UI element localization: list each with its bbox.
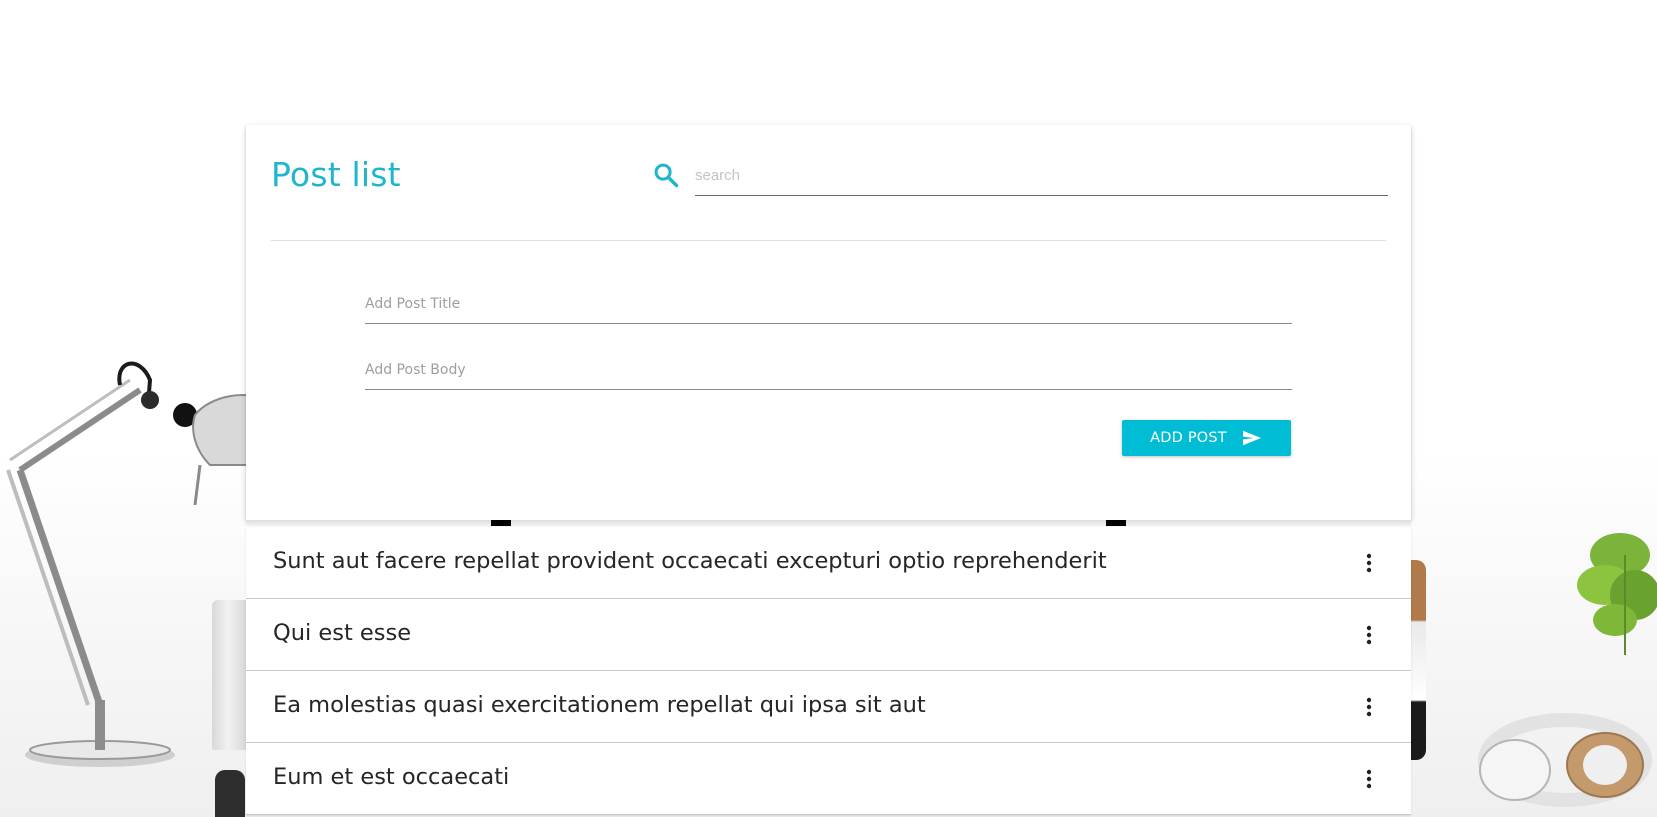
list-item[interactable]: Ea molestias quasi exercitationem repell… [246, 671, 1411, 743]
post-title: Qui est esse [273, 620, 412, 646]
app-root: Post list ADD POST [0, 0, 1657, 817]
search-input[interactable] [695, 155, 1388, 196]
add-post-button-label: ADD POST [1150, 430, 1227, 446]
more-vert-icon[interactable] [1365, 769, 1373, 789]
more-vert-icon[interactable] [1365, 553, 1373, 573]
strip-notch [491, 520, 511, 526]
post-body-input[interactable] [365, 351, 1292, 390]
list-item[interactable]: Sunt aut facere repellat provident occae… [246, 527, 1411, 599]
post-editor-card: Post list [246, 125, 1411, 520]
post-title: Eum et est occaecati [273, 764, 510, 790]
add-post-form [365, 285, 1292, 417]
strip-notch [1106, 520, 1126, 526]
headphones-image [1478, 713, 1652, 807]
send-icon [1242, 430, 1261, 446]
card-header: Post list [271, 125, 1388, 241]
post-title-field [365, 285, 1292, 325]
post-body-field [365, 351, 1292, 391]
add-post-button[interactable]: ADD POST [1122, 420, 1291, 456]
post-list: Sunt aut facere repellat provident occae… [246, 527, 1411, 815]
more-vert-icon[interactable] [1365, 697, 1373, 717]
list-item[interactable]: Qui est esse [246, 599, 1411, 671]
plant-image [1577, 533, 1657, 655]
list-item[interactable]: Eum et est occaecati [246, 743, 1411, 815]
more-vert-icon[interactable] [1365, 625, 1373, 645]
post-title: Sunt aut facere repellat provident occae… [273, 548, 1107, 574]
search-icon[interactable] [652, 161, 680, 189]
search-bar [652, 155, 1392, 197]
card-divider-strip [246, 520, 1411, 526]
decor-stone-image [215, 770, 245, 817]
page-title: Post list [271, 155, 401, 194]
post-title-input[interactable] [365, 285, 1292, 324]
post-title: Ea molestias quasi exercitationem repell… [273, 692, 926, 718]
